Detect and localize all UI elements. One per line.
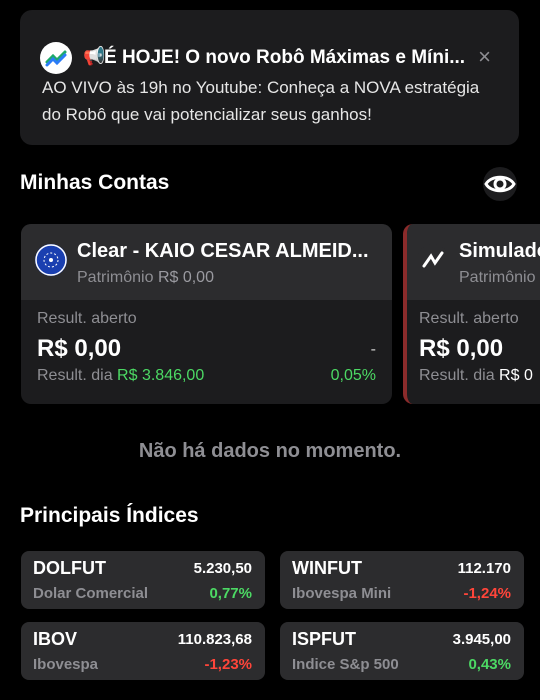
index-name: Dolar Comercial	[33, 585, 149, 602]
account-patrimonio: Patrimônio	[459, 269, 536, 286]
index-name: Ibovespa Mini	[292, 585, 392, 602]
index-change: -1,23%	[204, 656, 252, 673]
index-code: ISPFUT	[292, 629, 357, 649]
index-code: IBOV	[33, 629, 78, 649]
index-change: 0,77%	[209, 585, 252, 602]
account-name: Clear - KAIO CESAR ALMEID...	[77, 240, 369, 262]
empty-state-message: Não há dados no momento.	[138, 440, 402, 462]
index-value: 112.170	[457, 560, 511, 577]
day-result-percent: 0,05%	[330, 367, 376, 384]
index-tile-winfut[interactable]: WINFUT 112.170 Ibovespa Mini -1,24%	[280, 551, 524, 609]
notification-title: É HOJE! O novo Robô Máximas e Míni...	[104, 47, 466, 68]
index-tile-dolfut[interactable]: DOLFUT 5.230,50 Dolar Comercial 0,77%	[21, 551, 265, 609]
account-card-simulator[interactable]: Simulado Patrimônio Result. aberto R$ 0,…	[403, 224, 540, 404]
notification-body: AO VIVO às 19h no Youtube: Conheça a NOV…	[42, 78, 480, 124]
day-result: Result. dia R$ 0	[419, 367, 533, 384]
megaphone-icon: 📢	[83, 46, 106, 66]
close-icon[interactable]: ×	[478, 44, 491, 70]
account-patrimonio: Patrimônio R$ 0,00	[77, 269, 214, 286]
index-code: WINFUT	[292, 558, 362, 578]
index-tile-ibov[interactable]: IBOV 110.823,68 Ibovespa -1,23%	[21, 622, 265, 680]
index-change: -1,24%	[463, 585, 511, 602]
open-result-value: R$ 0,00	[37, 335, 122, 362]
open-result-change: -	[370, 341, 376, 358]
index-value: 110.823,68	[177, 631, 252, 648]
open-result-label: Result. aberto	[37, 310, 137, 327]
index-change: 0,43%	[468, 656, 511, 673]
open-result-value: R$ 0,00	[419, 335, 504, 362]
simulator-logo-icon	[417, 244, 449, 276]
open-result-label: Result. aberto	[419, 310, 519, 327]
index-name: Indice S&p 500	[292, 656, 399, 673]
index-code: DOLFUT	[33, 558, 106, 578]
index-value: 3.945,00	[452, 631, 511, 648]
index-name: Ibovespa	[33, 656, 99, 673]
indices-section-title: Principais Índices	[20, 504, 199, 527]
notification-banner[interactable]: 📢 É HOJE! O novo Robô Máximas e Míni... …	[20, 10, 519, 145]
account-name: Simulado	[459, 240, 540, 262]
clear-logo-icon	[35, 244, 67, 276]
accounts-section-title: Minhas Contas	[20, 171, 170, 194]
index-value: 5.230,50	[193, 560, 252, 577]
index-tile-ispfut[interactable]: ISPFUT 3.945,00 Indice S&p 500 0,43%	[280, 622, 524, 680]
eye-icon[interactable]	[480, 165, 520, 203]
app-logo-icon	[40, 42, 72, 74]
day-result: Result. dia R$ 3.846,00	[37, 367, 205, 384]
account-card-clear[interactable]: Clear - KAIO CESAR ALMEID... Patrimônio …	[21, 224, 392, 404]
